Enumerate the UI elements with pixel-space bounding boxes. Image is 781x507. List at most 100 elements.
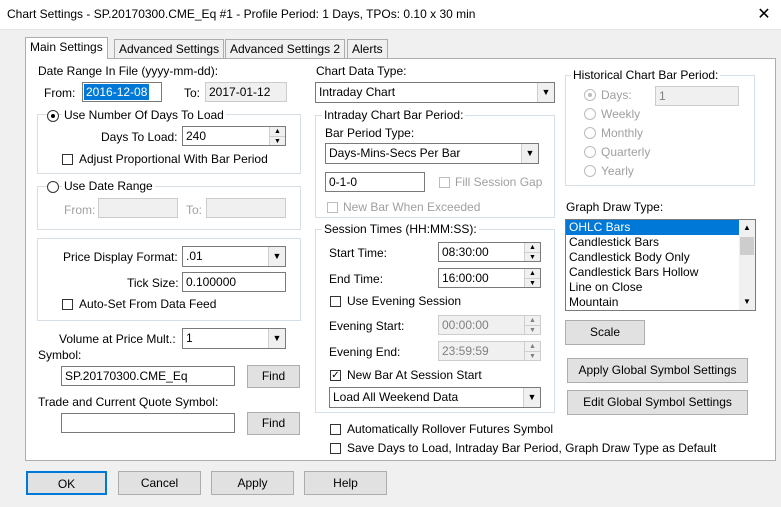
adjust-proportional-checkbox[interactable] <box>62 154 73 165</box>
scroll-up-icon[interactable]: ▲ <box>739 220 755 236</box>
tab-advanced-settings-2[interactable]: Advanced Settings 2 <box>225 39 346 58</box>
session-heading: Session Times (HH:MM:SS): <box>322 222 479 236</box>
start-time-value: 08:30:00 <box>442 245 489 259</box>
spin-up-icon[interactable]: ▲ <box>270 127 285 136</box>
end-time-value: 16:00:00 <box>442 271 489 285</box>
use-days-radio[interactable] <box>47 110 59 122</box>
start-time-field[interactable]: 08:30:00 ▲ ▼ <box>438 242 541 262</box>
days-to-load-label: Days To Load: <box>101 130 178 144</box>
auto-rollover-label: Automatically Rollover Futures Symbol <box>347 422 554 436</box>
chevron-down-icon[interactable]: ▼ <box>268 329 285 348</box>
spin-down-icon[interactable]: ▼ <box>525 252 540 261</box>
symbol-label: Symbol: <box>38 348 82 362</box>
chevron-down-icon[interactable]: ▼ <box>537 83 554 102</box>
scroll-down-icon[interactable]: ▼ <box>739 294 755 310</box>
spin-up-icon[interactable]: ▲ <box>525 269 540 278</box>
spin-down-icon[interactable]: ▼ <box>270 136 285 145</box>
new-bar-session-start-checkbox[interactable]: ✓ <box>330 370 341 381</box>
historical-heading: Historical Chart Bar Period: <box>571 68 721 82</box>
list-scrollbar[interactable]: ▲ ▼ <box>739 220 755 310</box>
volume-mult-value: 1 <box>186 331 193 345</box>
end-time-field[interactable]: 16:00:00 ▲ ▼ <box>438 268 541 288</box>
range-from-field <box>98 198 178 218</box>
range-to-field <box>206 198 286 218</box>
historical-days-label: Days: <box>601 88 632 102</box>
historical-weekly-label: Weekly <box>601 107 641 121</box>
spin-up-icon[interactable]: ▲ <box>525 243 540 252</box>
start-time-spinner[interactable]: ▲ ▼ <box>524 243 540 261</box>
list-item[interactable]: Mountain <box>566 295 755 310</box>
tab-alerts[interactable]: Alerts <box>347 39 388 58</box>
spin-down-icon[interactable]: ▼ <box>525 278 540 287</box>
fill-session-gap-checkbox[interactable] <box>439 177 450 188</box>
end-time-spinner[interactable]: ▲ ▼ <box>524 269 540 287</box>
symbol-find-button[interactable]: Find <box>247 365 300 388</box>
list-item[interactable]: OHLC Bars <box>566 220 755 235</box>
trade-symbol-find-button[interactable]: Find <box>247 412 300 435</box>
use-evening-session-checkbox[interactable] <box>330 296 341 307</box>
save-default-checkbox[interactable] <box>330 443 341 454</box>
auto-set-checkbox[interactable] <box>62 299 73 310</box>
edit-global-symbol-settings-button[interactable]: Edit Global Symbol Settings <box>567 390 748 415</box>
weekend-data-value: Load All Weekend Data <box>333 390 459 404</box>
volume-mult-select[interactable]: 1 ▼ <box>182 328 286 349</box>
cancel-button[interactable]: Cancel <box>118 471 201 495</box>
bar-period-field[interactable]: 0-1-0 <box>325 172 425 192</box>
start-time-label: Start Time: <box>329 246 388 260</box>
evening-end-spinner: ▲ ▼ <box>524 342 540 360</box>
scale-button[interactable]: Scale <box>565 320 645 345</box>
ok-button[interactable]: OK <box>26 471 107 495</box>
historical-weekly-radio[interactable] <box>584 108 596 120</box>
days-to-load-field[interactable]: 240 ▲ ▼ <box>182 126 286 146</box>
days-to-load-value: 240 <box>186 129 207 143</box>
date-range-heading: Date Range In File (yyyy-mm-dd): <box>38 64 219 78</box>
new-bar-exceeded-label: New Bar When Exceeded <box>343 200 481 214</box>
days-spinner[interactable]: ▲ ▼ <box>269 127 285 145</box>
tick-size-field[interactable]: 0.100000 <box>182 272 286 292</box>
auto-set-label: Auto-Set From Data Feed <box>79 297 217 311</box>
trade-symbol-field[interactable] <box>61 413 235 433</box>
list-item[interactable]: Candlestick Bars Hollow <box>566 265 755 280</box>
chevron-down-icon[interactable]: ▼ <box>523 388 540 407</box>
bar-period-type-label: Bar Period Type: <box>325 126 415 140</box>
historical-quarterly-radio[interactable] <box>584 146 596 158</box>
apply-button[interactable]: Apply <box>211 471 294 495</box>
date-from-value: 2016-12-08 <box>84 84 150 100</box>
historical-yearly-radio[interactable] <box>584 165 596 177</box>
date-to-label: To: <box>184 86 201 100</box>
bar-period-type-select[interactable]: Days-Mins-Secs Per Bar ▼ <box>325 143 539 164</box>
check-icon: ✓ <box>331 370 340 381</box>
new-bar-exceeded-checkbox[interactable] <box>327 202 338 213</box>
save-default-label: Save Days to Load, Intraday Bar Period, … <box>347 441 717 455</box>
weekend-data-select[interactable]: Load All Weekend Data ▼ <box>329 387 541 408</box>
chart-data-type-value: Intraday Chart <box>319 85 396 99</box>
scroll-thumb[interactable] <box>740 237 754 255</box>
historical-days-radio[interactable] <box>584 89 596 101</box>
historical-monthly-radio[interactable] <box>584 127 596 139</box>
date-from-field[interactable]: 2016-12-08 <box>82 82 162 102</box>
chart-data-type-select[interactable]: Intraday Chart ▼ <box>315 82 555 103</box>
range-to-label: To: <box>186 203 203 217</box>
apply-global-symbol-settings-button[interactable]: Apply Global Symbol Settings <box>567 358 748 383</box>
date-to-field: 2017-01-12 <box>205 82 287 102</box>
tab-main-settings[interactable]: Main Settings <box>25 37 108 59</box>
tick-size-label: Tick Size: <box>127 276 179 290</box>
symbol-field[interactable]: SP.20170300.CME_Eq <box>61 366 235 386</box>
graph-draw-type-label: Graph Draw Type: <box>566 200 664 214</box>
evening-end-value: 23:59:59 <box>442 344 489 358</box>
evening-end-field: 23:59:59 ▲ ▼ <box>438 341 541 361</box>
list-item[interactable]: Line on Close <box>566 280 755 295</box>
list-item[interactable]: Candlestick Bars <box>566 235 755 250</box>
chevron-down-icon[interactable]: ▼ <box>268 247 285 266</box>
price-format-select[interactable]: .01 ▼ <box>182 246 286 267</box>
list-item[interactable]: Candlestick Body Only <box>566 250 755 265</box>
close-icon[interactable]: ✕ <box>747 0 781 29</box>
auto-rollover-checkbox[interactable] <box>330 424 341 435</box>
use-date-range-radio[interactable] <box>47 181 59 193</box>
help-button[interactable]: Help <box>304 471 387 495</box>
trade-symbol-label: Trade and Current Quote Symbol: <box>38 395 219 409</box>
tab-advanced-settings[interactable]: Advanced Settings <box>114 39 225 58</box>
spin-up-icon: ▲ <box>525 316 540 325</box>
chevron-down-icon[interactable]: ▼ <box>521 144 538 163</box>
graph-draw-type-list[interactable]: OHLC Bars Candlestick Bars Candlestick B… <box>565 219 756 311</box>
